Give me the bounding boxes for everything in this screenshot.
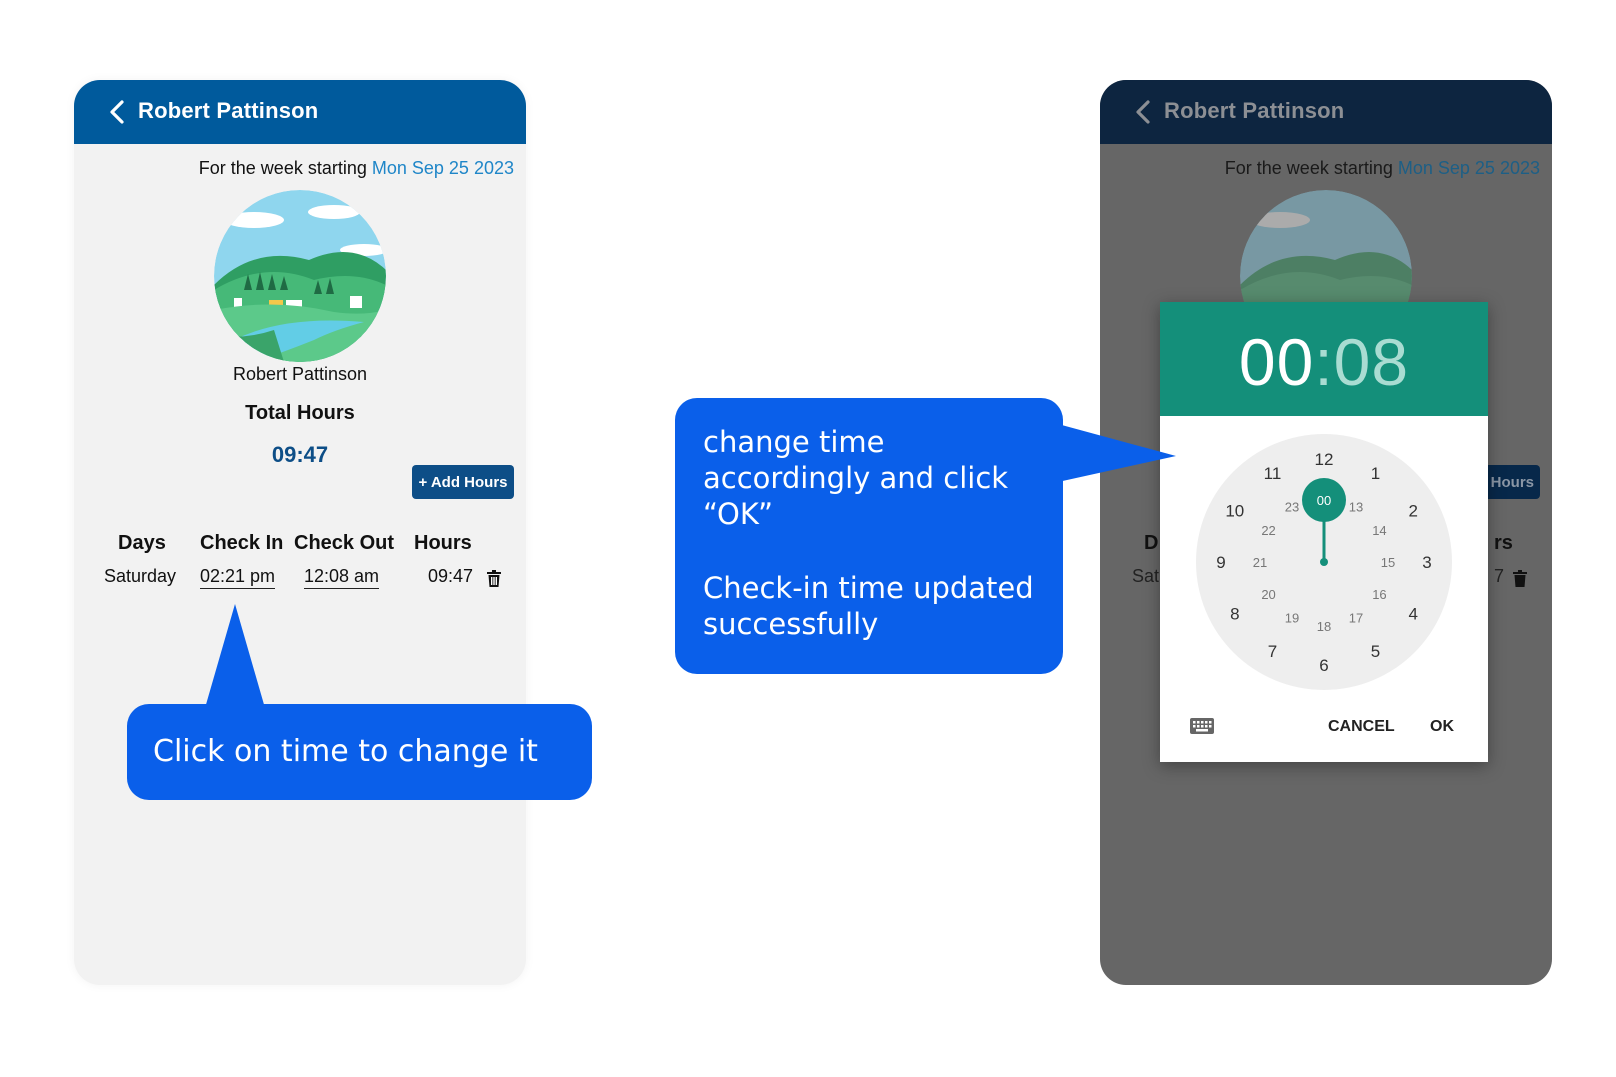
callout-right: change time accordingly and click “OK” C… xyxy=(675,398,1063,674)
minute-display[interactable]: 08 xyxy=(1334,325,1409,399)
clock-hour-23[interactable]: 23 xyxy=(1285,500,1299,515)
week-date-link[interactable]: Mon Sep 25 2023 xyxy=(1398,158,1540,178)
trash-icon[interactable] xyxy=(1513,570,1527,587)
col-header-days: Days xyxy=(118,532,166,554)
cancel-button[interactable]: CANCEL xyxy=(1328,718,1395,736)
time-picker-header: 00:08 xyxy=(1160,302,1488,416)
clock-hour-7[interactable]: 7 xyxy=(1268,642,1277,661)
callout-left-text: Click on time to change it xyxy=(153,734,538,769)
week-prefix: For the week starting xyxy=(198,158,367,178)
check-in-time[interactable]: 02:21 pm xyxy=(200,566,276,589)
clock-center xyxy=(1320,558,1328,566)
time-picker-display: 00:08 xyxy=(1160,324,1488,400)
clock-hour-12[interactable]: 12 xyxy=(1315,450,1334,469)
col-header-days-partial: D xyxy=(1144,532,1159,554)
callout-left: Click on time to change it xyxy=(127,704,592,800)
time-separator: : xyxy=(1314,325,1334,399)
callout-pointer-left xyxy=(205,604,265,708)
clock-hour-4[interactable]: 4 xyxy=(1408,605,1417,624)
col-header-hours: Hours xyxy=(414,532,472,554)
clock-hour-6[interactable]: 6 xyxy=(1319,656,1328,675)
avatar xyxy=(214,190,386,362)
back-arrow-icon[interactable] xyxy=(1134,100,1152,124)
callout-right-instruction: change time accordingly and click “OK” xyxy=(703,425,1009,531)
clock-hour-5[interactable]: 5 xyxy=(1371,642,1380,661)
clock-hour-2[interactable]: 2 xyxy=(1408,502,1417,521)
clock-selected-value: 00 xyxy=(1317,493,1331,508)
header-title: Robert Pattinson xyxy=(138,98,319,123)
week-label: For the week starting Mon Sep 25 2023 xyxy=(199,158,514,179)
clock-hour-15[interactable]: 15 xyxy=(1381,555,1395,570)
row-hours: 09:47 xyxy=(428,566,474,586)
clock-hour-19[interactable]: 19 xyxy=(1285,610,1299,625)
week-prefix: For the week starting xyxy=(1224,158,1393,178)
clock-hour-16[interactable]: 16 xyxy=(1372,587,1386,602)
row-hours-partial: 7 xyxy=(1494,566,1505,586)
clock-hour-22[interactable]: 22 xyxy=(1261,523,1275,538)
clock-hour-13[interactable]: 13 xyxy=(1349,500,1363,515)
clock-hour-10[interactable]: 10 xyxy=(1225,502,1244,521)
app-header-dimmed: Robert Pattinson xyxy=(1100,80,1552,144)
back-arrow-icon[interactable] xyxy=(108,100,126,124)
clock-hour-9[interactable]: 9 xyxy=(1216,553,1225,572)
keyboard-icon[interactable] xyxy=(1190,718,1214,734)
col-header-hours-partial: rs xyxy=(1494,532,1513,554)
clock-hour-1[interactable]: 1 xyxy=(1371,464,1380,483)
trash-icon[interactable] xyxy=(487,570,501,587)
hour-display[interactable]: 00 xyxy=(1239,325,1314,399)
clock-hour-21[interactable]: 21 xyxy=(1253,555,1267,570)
check-out-time[interactable]: 12:08 am xyxy=(304,566,380,589)
phone-screen-left: Robert Pattinson For the week starting M… xyxy=(74,80,526,985)
clock-hour-17[interactable]: 17 xyxy=(1349,610,1363,625)
header-title: Robert Pattinson xyxy=(1164,98,1345,123)
callout-right-result: Check-in time updated successfully xyxy=(703,571,1034,641)
clock-hour-14[interactable]: 14 xyxy=(1372,523,1386,538)
profile-name: Robert Pattinson xyxy=(232,364,368,384)
callout-pointer-right xyxy=(1058,424,1176,482)
row-day-partial: Sat xyxy=(1132,566,1160,586)
time-picker-dialog: 00:08 00 12 1 2 3 4 5 6 7 8 9 10 11 13 14 15 16 17 18 19 20 2… xyxy=(1160,302,1488,762)
app-header: Robert Pattinson xyxy=(74,80,526,144)
ok-button[interactable]: OK xyxy=(1430,718,1454,736)
clock-hour-8[interactable]: 8 xyxy=(1230,605,1239,624)
clock-hour-18[interactable]: 18 xyxy=(1317,619,1331,634)
clock-hour-20[interactable]: 20 xyxy=(1261,587,1275,602)
col-header-check-out: Check Out xyxy=(294,532,395,554)
col-header-check-in: Check In xyxy=(200,532,284,554)
clock-hour-3[interactable]: 3 xyxy=(1422,553,1431,572)
add-hours-button[interactable]: + Add Hours xyxy=(412,465,514,499)
row-day: Saturday xyxy=(104,566,177,586)
week-date-link[interactable]: Mon Sep 25 2023 xyxy=(372,158,514,178)
clock-face[interactable]: 001212345678910111314151617181920212223 xyxy=(1196,434,1452,690)
total-hours-label: Total Hours xyxy=(245,402,355,424)
clock-hour-11[interactable]: 11 xyxy=(1264,464,1282,483)
week-label: For the week starting Mon Sep 25 2023 xyxy=(1225,158,1540,179)
